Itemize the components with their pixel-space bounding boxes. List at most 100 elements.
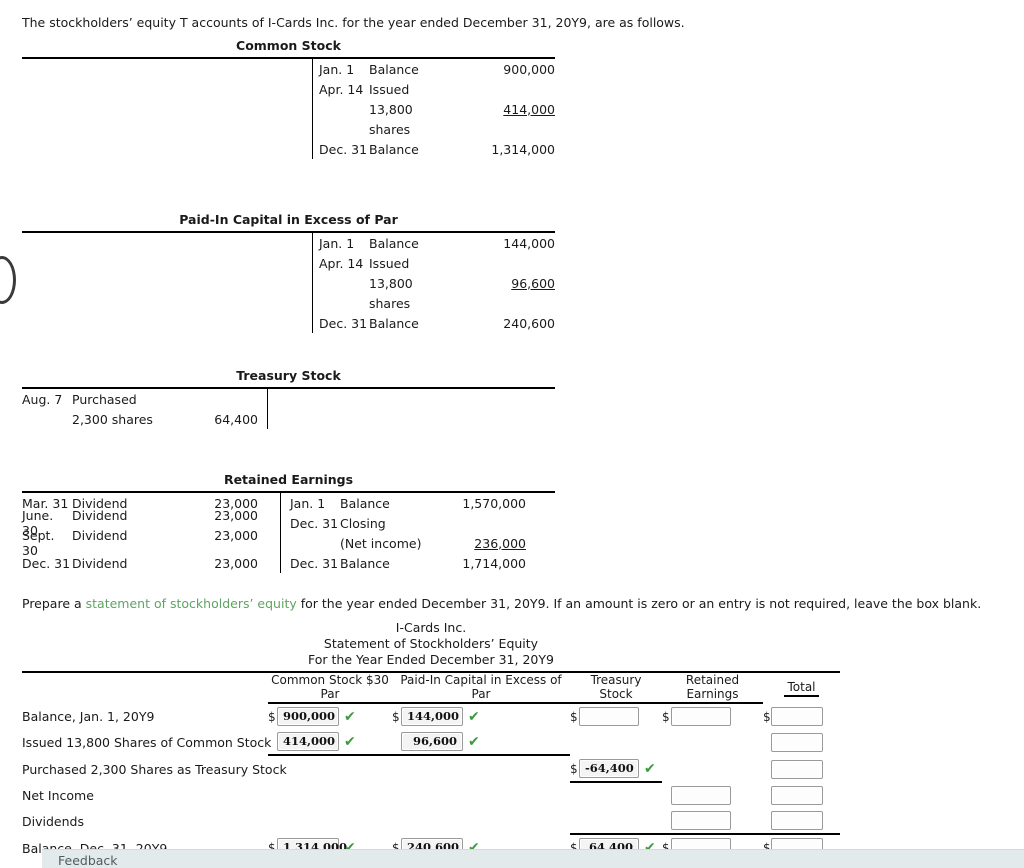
- prompt-text: Prepare a statement of stockholders’ equ…: [22, 596, 981, 611]
- t-account-credit-entry: Dec. 31 Balance 1,714,000: [280, 556, 526, 571]
- statement-cell-r1-c2[interactable]: $144,000 ✔: [392, 704, 570, 729]
- statement-cell-r4-c5[interactable]: $✔: [763, 783, 840, 808]
- t-account-debit-entry: Aug. 7 Purchased: [22, 392, 267, 407]
- cell-content: $✔: [763, 757, 840, 782]
- t-account-row: shares: [22, 119, 555, 139]
- statement-link[interactable]: statement of stockholders’ equity: [86, 596, 297, 611]
- cell-content: $✔: [662, 808, 763, 835]
- t-account-title: Retained Earnings: [223, 472, 354, 487]
- statement-row: Balance, Jan. 1, 20Y9 $900,000 ✔ $144,000 ✔ $…: [22, 704, 840, 729]
- t-entry-description: Balance: [369, 315, 419, 331]
- dollar-sign: $: [268, 709, 276, 724]
- column-header-1: Common Stock $30 Par: [268, 673, 392, 704]
- t-entry-date: Jan. 1: [319, 61, 355, 77]
- t-entry-description: Balance: [369, 141, 419, 157]
- t-account-row: 13,800 414,000: [22, 99, 555, 119]
- t-account-credit-entry: shares: [309, 296, 555, 311]
- t-account-credit-entry: Apr. 14 Issued: [309, 256, 555, 271]
- cell-content: [268, 809, 392, 834]
- amount-input[interactable]: [671, 707, 731, 726]
- t-account: Paid-In Capital in Excess of Par Jan. 1 Ba…: [22, 212, 555, 333]
- t-account-credit-entry: Jan. 1 Balance 1,570,000: [280, 496, 526, 511]
- statement-cell-r3-c3[interactable]: $ -64,400 ✔: [570, 756, 662, 783]
- statement-cell-r3-c2: [392, 756, 570, 783]
- t-account-divider: [312, 233, 313, 333]
- t-entry-date: Apr. 14: [319, 81, 364, 97]
- amount-input[interactable]: -64,400: [579, 759, 639, 778]
- statement-period: For the Year Ended December 31, 20Y9: [308, 652, 554, 667]
- cell-content: $144,000 ✔: [392, 704, 570, 729]
- t-entry-amount: [469, 82, 555, 97]
- feedback-panel[interactable]: Feedback: [42, 849, 1024, 868]
- t-entry-amount: 1,570,000: [462, 495, 526, 511]
- amount-input[interactable]: 96,600: [401, 732, 463, 751]
- t-account-row: 2,300 shares 64,400: [22, 409, 555, 429]
- t-entry-description: Issued: [369, 81, 410, 97]
- amount-input[interactable]: [579, 707, 639, 726]
- t-entry-date: [22, 412, 72, 427]
- t-account-credit-entry: Jan. 1 Balance 900,000: [309, 62, 555, 77]
- column-header-label: Paid-In Capital in Excess of Par: [392, 673, 570, 704]
- statement-cell-r4-c4[interactable]: $✔: [662, 783, 763, 808]
- t-entry-amount: 96,600: [511, 275, 555, 291]
- t-entry-amount: [440, 516, 526, 531]
- amount-input[interactable]: 900,000: [277, 707, 339, 726]
- t-entry-description: 13,800: [369, 275, 413, 291]
- cell-content: [570, 808, 662, 835]
- statement-cell-r3-c5[interactable]: $✔: [763, 756, 840, 783]
- t-account-row: shares: [22, 293, 555, 313]
- statement-cell-r2-c5[interactable]: $✔: [763, 729, 840, 756]
- statement-cell-r1-c1[interactable]: $900,000 ✔: [268, 704, 392, 729]
- t-entry-description: Dividend: [72, 528, 128, 543]
- t-entry-date: [319, 296, 369, 311]
- t-account-credit-entry: Apr. 14 Issued: [309, 82, 555, 97]
- t-account-credit-entry: Jan. 1 Balance 144,000: [309, 236, 555, 251]
- cell-content: $✔: [763, 783, 840, 808]
- amount-input[interactable]: [770, 733, 824, 752]
- statement-cell-r5-c5[interactable]: $✔: [763, 808, 840, 835]
- t-entry-description: Balance: [369, 61, 419, 77]
- amount-input[interactable]: [770, 786, 824, 805]
- t-entry-date: Jan. 1: [290, 495, 326, 511]
- t-account-body: Aug. 7 Purchased 2,300 shares 64,400: [22, 389, 555, 429]
- cell-content: $✔: [763, 808, 840, 835]
- cell-content: [570, 783, 662, 808]
- amount-input[interactable]: [770, 707, 824, 726]
- statement-cell-r1-c3[interactable]: $✔: [570, 704, 662, 729]
- amount-input[interactable]: 414,000: [277, 732, 339, 751]
- t-account-debit-side: 2,300 shares 64,400: [22, 412, 267, 427]
- amount-input[interactable]: [770, 760, 824, 779]
- cell-content: $✔: [570, 704, 662, 729]
- amount-input[interactable]: [671, 786, 731, 805]
- statement-cell-r5-c4[interactable]: $✔: [662, 808, 763, 835]
- t-account-row: Dec. 31 Balance 1,314,000: [22, 139, 555, 159]
- amount-input[interactable]: [671, 811, 731, 830]
- t-entry-date: Dec. 31: [319, 315, 368, 331]
- statement-cell-r1-c5[interactable]: $✔: [763, 704, 840, 729]
- t-entry-amount: 144,000: [503, 235, 555, 251]
- dollar-sign: $: [570, 709, 578, 724]
- statement-cell-r3-c4: [662, 756, 763, 783]
- statement-cell-r4-c1: [268, 783, 392, 808]
- t-account-body: Mar. 31 Dividend 23,000 Jan. 1 Balance 1,570,…: [22, 493, 555, 573]
- t-entry-description: Dividend: [72, 555, 128, 571]
- correct-check-icon: ✔: [344, 733, 356, 750]
- cell-content: [570, 730, 662, 755]
- t-entry-description: 2,300 shares: [72, 411, 153, 427]
- amount-input[interactable]: 144,000: [401, 707, 463, 726]
- t-account-credit-entry: 13,800 96,600: [309, 276, 555, 291]
- t-account-debit-entry: 2,300 shares 64,400: [22, 412, 267, 427]
- t-account-credit-entry: 13,800 414,000: [309, 102, 555, 117]
- statement-cell-r2-c2[interactable]: $96,600✔: [392, 729, 570, 756]
- column-header-label: Common Stock $30 Par: [268, 673, 392, 704]
- t-entry-amount: 23,000: [214, 555, 258, 571]
- t-account-debit-entry: Dec. 31 Dividend 23,000: [22, 556, 280, 571]
- statement-cell-r4-c2: [392, 783, 570, 808]
- statement-row: Net Income $✔$✔: [22, 783, 840, 808]
- t-account-credit-entry: shares: [309, 122, 555, 137]
- statement-cell-r1-c4[interactable]: $✔: [662, 704, 763, 729]
- t-account-row: Aug. 7 Purchased: [22, 389, 555, 409]
- amount-input[interactable]: [770, 811, 824, 830]
- statement-cell-r2-c1[interactable]: $414,000✔: [268, 729, 392, 756]
- t-entry-amount: 236,000: [474, 535, 526, 551]
